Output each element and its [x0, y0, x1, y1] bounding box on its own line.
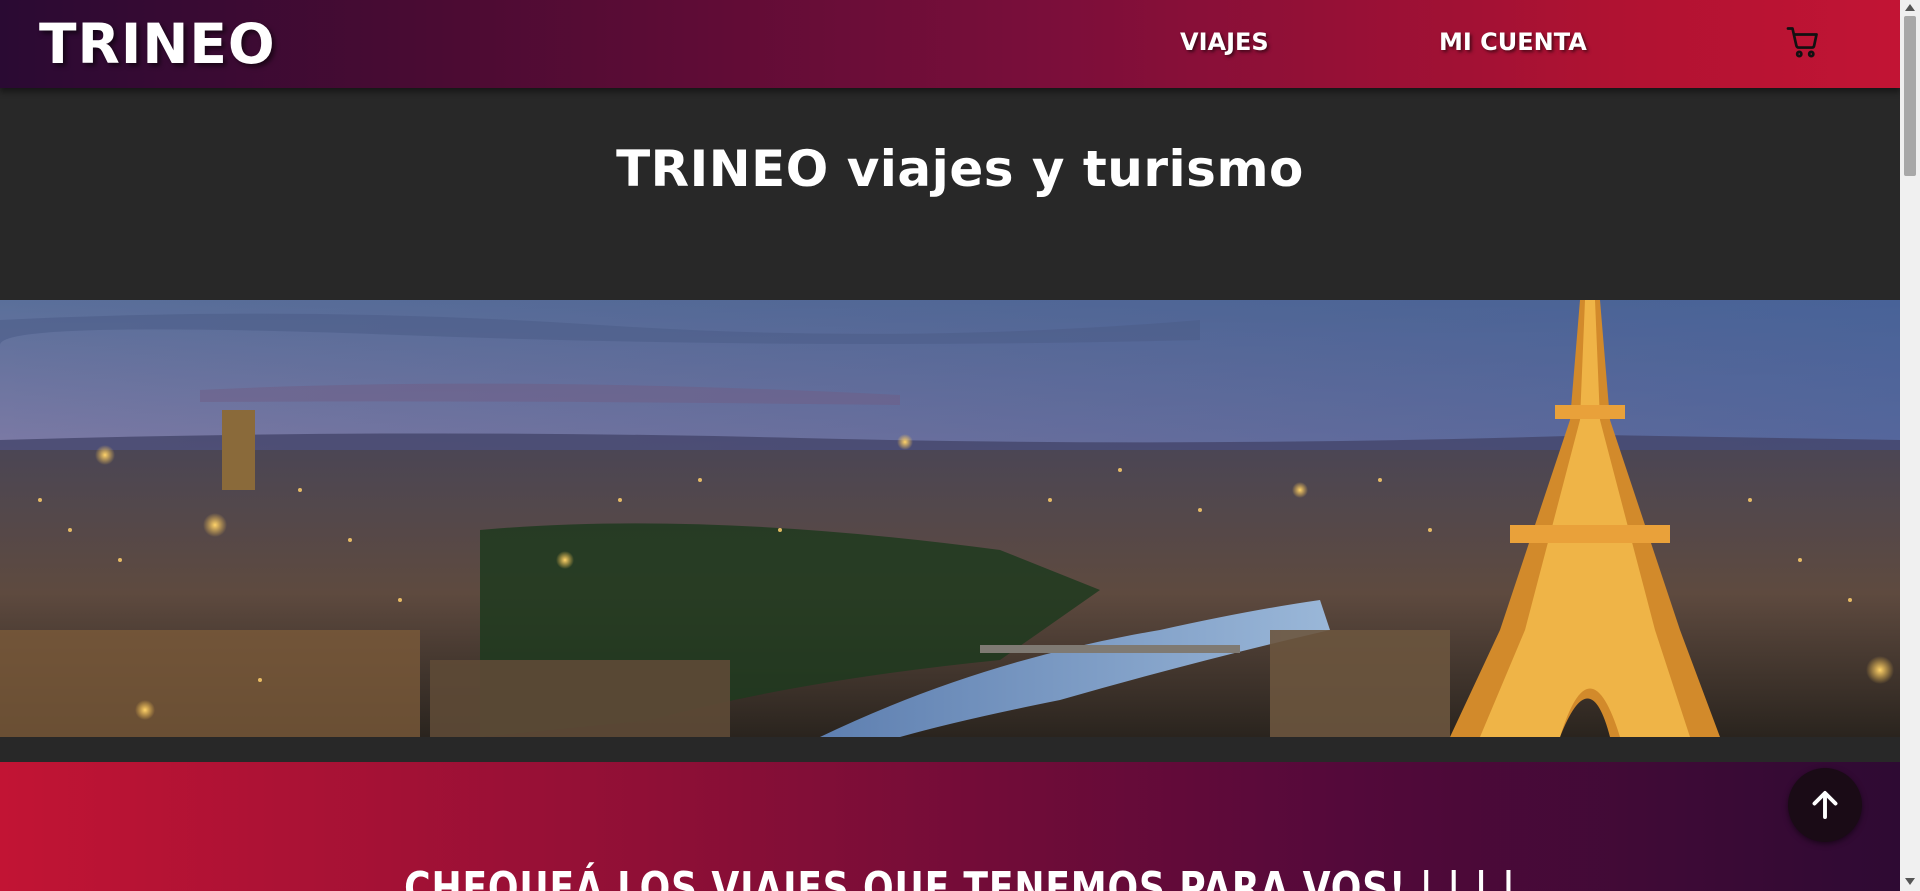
scroll-up-arrow-icon[interactable]: [1905, 4, 1915, 11]
site-header: TRINEO VIAJES MI CUENTA: [0, 0, 1900, 88]
nav-link-viajes[interactable]: VIAJES: [1180, 28, 1269, 56]
arrow-up-icon: [1812, 791, 1838, 819]
page-title: TRINEO viajes y turismo: [616, 140, 1304, 198]
nav-link-mi-cuenta[interactable]: MI CUENTA: [1439, 28, 1587, 56]
scrollbar-thumb[interactable]: [1904, 16, 1916, 176]
promo-heading: CHEQUEÁ LOS VIAJES QUE TENEMOS PARA VOS!…: [404, 863, 1516, 891]
page: TRINEO VIAJES MI CUENTA TRINEO viajes y …: [0, 0, 1900, 891]
hero-image: [0, 300, 1900, 737]
scroll-down-arrow-icon[interactable]: [1905, 878, 1915, 885]
shopping-cart-icon[interactable]: [1785, 24, 1821, 60]
brand-logo[interactable]: TRINEO: [39, 12, 276, 77]
back-to-top-button[interactable]: [1788, 768, 1862, 842]
vertical-scrollbar[interactable]: [1900, 0, 1920, 891]
